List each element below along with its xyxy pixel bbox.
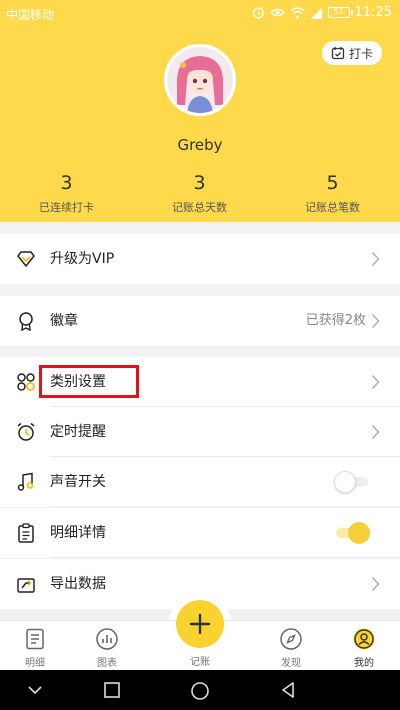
menu-item-detail: 明细详情 [0, 508, 400, 558]
profile-header: 中国移动 51 11:25 打卡 Greby 3 已连续打卡 3 记账总天数 5… [0, 0, 400, 222]
menu-label: 声音开关 [50, 474, 106, 490]
ledger-icon [26, 628, 44, 650]
menu-label: 明细详情 [50, 525, 106, 541]
diamond-icon [17, 251, 35, 267]
row-divider [50, 506, 400, 507]
tab-discover[interactable]: 发现 [261, 621, 321, 671]
system-nav-bar [0, 670, 400, 710]
menu-item-sound: 声音开关 [0, 457, 400, 507]
tab-label: 图表 [97, 658, 117, 669]
sound-toggle[interactable] [334, 471, 370, 493]
tab-charts[interactable]: 图表 [77, 621, 137, 671]
menu-label: 导出数据 [50, 576, 106, 592]
menu-label: 定时提醒 [50, 424, 106, 440]
medal-icon [19, 312, 33, 331]
stat-label: 记账总笔数 [305, 201, 360, 214]
chevron-right-icon [371, 313, 380, 329]
menu-item-badge[interactable]: 徽章 已获得2枚 [0, 296, 400, 346]
menu-item-vip[interactable]: 升级为VIP [0, 234, 400, 284]
chart-icon [96, 628, 118, 650]
checkin-label: 打卡 [348, 46, 373, 61]
menu-label: 徽章 [50, 313, 78, 329]
stat-value: 5 [326, 172, 339, 194]
toggle-knob [334, 471, 356, 493]
status-bar: 中国移动 51 11:25 [0, 0, 400, 26]
username: Greby [177, 136, 223, 154]
chevron-right-icon [371, 576, 380, 592]
menu-item-reminder[interactable]: 定时提醒 [0, 407, 400, 457]
stat-label: 记账总天数 [172, 201, 227, 214]
avatar[interactable] [164, 44, 236, 116]
system-indicators: 51 11:25 [252, 5, 392, 20]
detail-toggle[interactable] [334, 522, 370, 544]
back-icon[interactable] [279, 681, 297, 699]
menu-label: 升级为VIP [50, 251, 115, 267]
stats-row: 3 已连续打卡 3 记账总天数 5 记账总笔数 [0, 172, 400, 216]
tab-label: 发现 [281, 658, 301, 669]
row-divider [50, 557, 400, 558]
carrier-name: 中国移动 [6, 8, 55, 22]
stat-total-entries: 5 记账总笔数 [266, 172, 399, 215]
add-entry-button[interactable] [176, 600, 224, 648]
clock-time: 11:25 [354, 5, 392, 20]
recent-apps-icon[interactable] [103, 681, 121, 699]
eye-status-icon [269, 8, 285, 17]
stat-value: 3 [60, 172, 73, 194]
compass-icon [280, 628, 302, 650]
tab-details[interactable]: 明细 [5, 621, 65, 671]
tab-label: 我的 [354, 658, 374, 669]
signal-status-icon [310, 7, 322, 19]
highlight-box [39, 365, 139, 398]
tab-label: 明细 [25, 658, 45, 669]
stat-value: 3 [193, 172, 206, 194]
home-icon[interactable] [190, 681, 210, 701]
stat-total-days: 3 记账总天数 [133, 172, 266, 215]
alarm-status-icon [252, 7, 264, 19]
category-grid-icon [17, 373, 35, 391]
chevron-right-icon [371, 251, 380, 267]
chevron-down-icon[interactable] [27, 681, 43, 699]
chevron-right-icon [371, 424, 380, 440]
export-icon [17, 578, 35, 593]
music-note-icon [17, 472, 34, 491]
stat-label: 已连续打卡 [39, 201, 94, 214]
badge-count: 已获得2枚 [305, 313, 366, 328]
clipboard-icon [18, 523, 34, 543]
battery-icon: 51 [327, 7, 353, 18]
tab-mine[interactable]: 我的 [334, 621, 394, 671]
checkin-button[interactable]: 打卡 [322, 41, 382, 65]
wifi-status-icon [290, 6, 305, 18]
alarm-clock-icon [17, 422, 35, 441]
avatar-illustration [167, 47, 233, 113]
toggle-knob [348, 522, 370, 544]
calendar-check-icon [331, 47, 345, 60]
tab-label: 记账 [190, 657, 210, 668]
plus-icon [189, 613, 211, 635]
profile-icon [353, 628, 375, 650]
stat-streak: 3 已连续打卡 [0, 172, 133, 215]
chevron-right-icon [371, 374, 380, 390]
